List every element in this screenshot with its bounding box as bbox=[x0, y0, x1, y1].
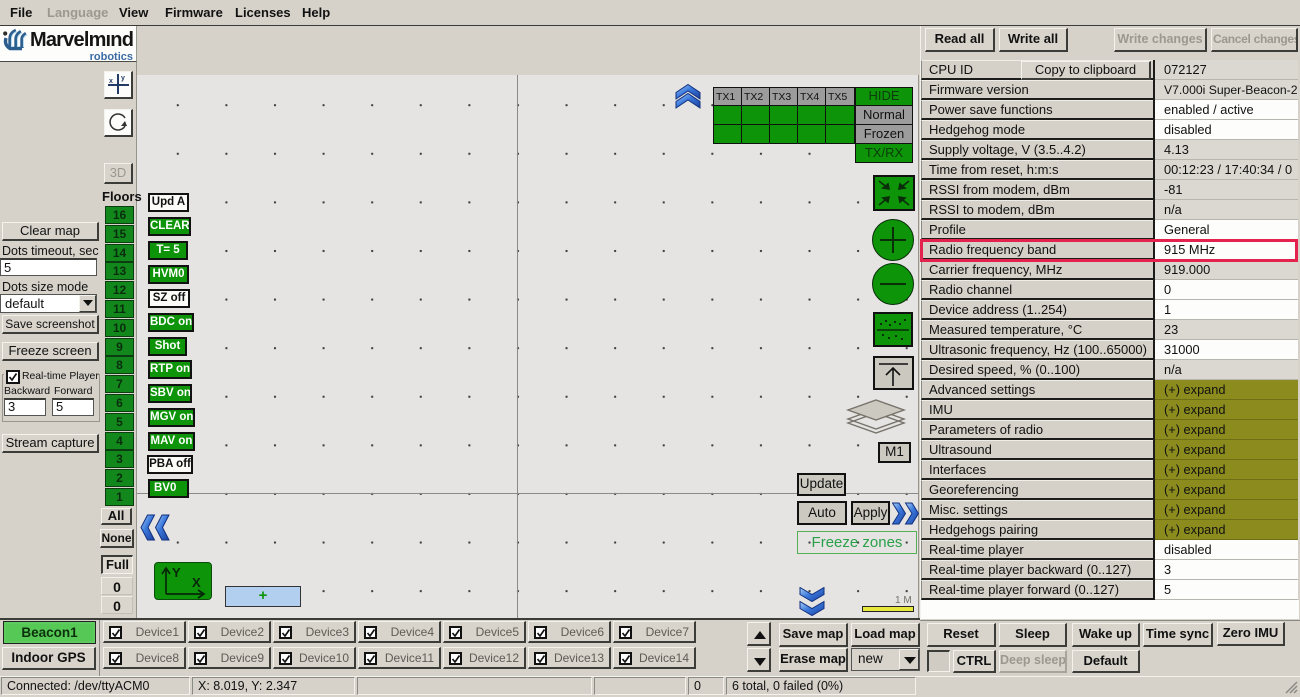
svg-text:y: y bbox=[121, 75, 125, 82]
svg-text:x: x bbox=[109, 78, 113, 85]
svg-text:X: X bbox=[192, 575, 201, 590]
svg-text:Y: Y bbox=[172, 565, 181, 580]
